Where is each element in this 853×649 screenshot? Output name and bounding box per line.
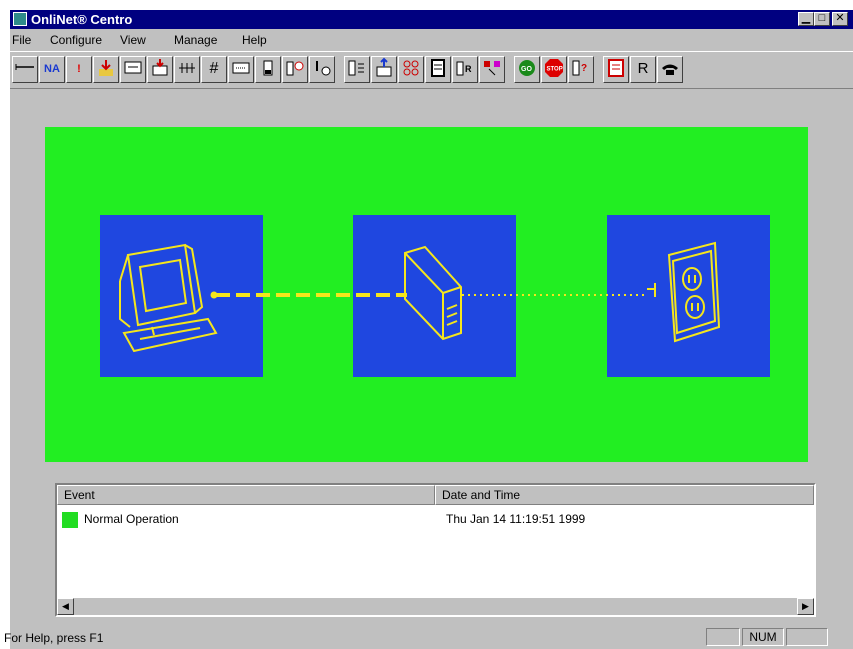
- scroll-left-icon[interactable]: ◀: [57, 598, 74, 615]
- status-indicator: [62, 512, 78, 528]
- status-bar: For Help, press F1 NUM: [0, 625, 843, 649]
- event-name: Normal Operation: [84, 512, 179, 526]
- event-row[interactable]: Normal Operation Thu Jan 14 11:19:51 199…: [57, 507, 814, 528]
- status-pane-num: NUM: [742, 628, 784, 646]
- scroll-right-icon[interactable]: ▶: [797, 598, 814, 615]
- horizontal-scrollbar[interactable]: ◀ ▶: [57, 598, 814, 615]
- event-datetime: Thu Jan 14 11:19:51 1999: [446, 512, 586, 526]
- status-pane-scroll: [786, 628, 828, 646]
- event-log: Event Date and Time Normal Operation Thu…: [55, 483, 816, 617]
- help-hint: For Help, press F1: [4, 631, 104, 645]
- column-header-datetime[interactable]: Date and Time: [435, 485, 814, 505]
- status-pane-caps: [706, 628, 740, 646]
- column-header-event[interactable]: Event: [57, 485, 435, 505]
